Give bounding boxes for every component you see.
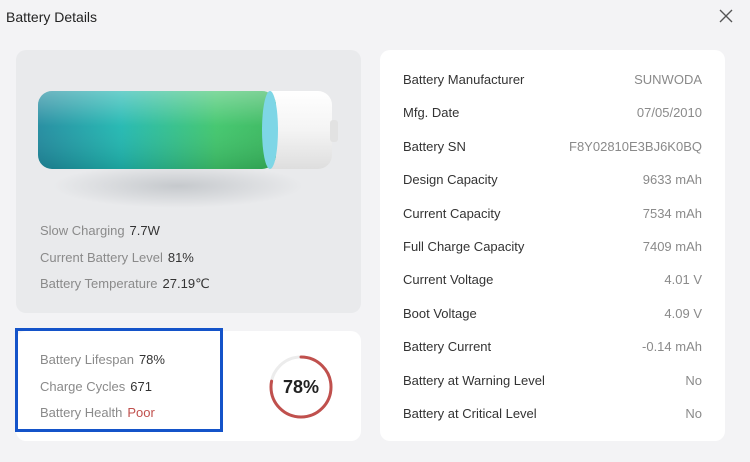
detail-value: 7409 mAh xyxy=(642,239,702,254)
battery-level-row: Current Battery Level 81% xyxy=(40,245,210,272)
battery-icon xyxy=(38,86,338,216)
battery-temperature-label: Battery Temperature xyxy=(40,276,158,291)
detail-value: -0.14 mAh xyxy=(642,339,702,355)
lifespan-label: Battery Lifespan xyxy=(40,352,134,367)
detail-value: No xyxy=(685,406,702,421)
detail-row-current-capacity: Current Capacity 7534 mAh xyxy=(403,204,702,224)
detail-row-current-voltage: Current Voltage 4.01 V xyxy=(403,270,702,290)
detail-value: F8Y02810E3BJ6K0BQ xyxy=(569,138,702,154)
detail-value: 9633 mAh xyxy=(642,172,702,188)
detail-label: Battery at Critical Level xyxy=(403,406,537,421)
charge-cycles-value: 671 xyxy=(130,378,152,394)
battery-status-card: Slow Charging 7.7W Current Battery Level 8… xyxy=(16,50,361,313)
detail-label: Battery SN xyxy=(403,138,466,154)
lifespan-value: 78% xyxy=(138,352,165,367)
slow-charging-row: Slow Charging 7.7W xyxy=(40,218,210,245)
lifespan-row: Battery Lifespan 78% xyxy=(40,347,165,374)
detail-label: Battery Current xyxy=(403,339,492,355)
gauge-value: 78% xyxy=(282,377,320,397)
detail-label: Battery Manufacturer xyxy=(403,72,525,87)
battery-temperature-row: Battery Temperature 27.19℃ xyxy=(40,271,210,298)
detail-label: Boot Voltage xyxy=(403,305,477,321)
window-title: Battery Details xyxy=(6,9,98,25)
detail-row-full-charge-capacity: Full Charge Capacity 7409 mAh xyxy=(403,237,702,257)
detail-row-mfg-date: Mfg. Date 07/05/2010 xyxy=(403,103,702,123)
battery-health-row: Battery Health Poor xyxy=(40,400,165,427)
detail-row-boot-voltage: Boot Voltage 4.09 V xyxy=(403,304,702,324)
battery-health-value: Poor xyxy=(127,405,155,420)
detail-value: 4.01 V xyxy=(664,272,702,288)
detail-label: Current Capacity xyxy=(403,205,501,221)
detail-row-critical-level: Battery at Critical Level No xyxy=(403,404,702,424)
battery-level-label: Current Battery Level xyxy=(40,249,163,265)
lifespan-gauge: 78% xyxy=(268,354,334,420)
slow-charging-value: 7.7W xyxy=(129,223,160,238)
lifespan-stats: Battery Lifespan 78% Charge Cycles 671 Bat… xyxy=(40,347,165,427)
detail-row-design-capacity: Design Capacity 9633 mAh xyxy=(403,170,702,190)
detail-value: No xyxy=(685,372,702,388)
detail-row-warning-level: Battery at Warning Level No xyxy=(403,371,702,391)
charging-stats: Slow Charging 7.7W Current Battery Level 8… xyxy=(40,218,210,298)
charge-cycles-label: Charge Cycles xyxy=(40,378,126,394)
detail-value: 4.09 V xyxy=(664,305,702,321)
charge-cycles-row: Charge Cycles 671 xyxy=(40,374,165,401)
battery-level-value: 81% xyxy=(167,249,194,265)
close-icon[interactable] xyxy=(718,8,734,24)
slow-charging-label: Slow Charging xyxy=(40,223,125,238)
detail-label: Current Voltage xyxy=(403,272,494,288)
detail-value: 07/05/2010 xyxy=(636,105,702,121)
detail-label: Battery at Warning Level xyxy=(403,372,545,388)
detail-value: 7534 mAh xyxy=(642,205,702,221)
detail-value: SUNWODA xyxy=(634,72,702,87)
title-bar: Battery Details xyxy=(0,0,750,36)
detail-row-battery-current: Battery Current -0.14 mAh xyxy=(403,337,702,357)
detail-row-manufacturer: Battery Manufacturer SUNWODA xyxy=(403,70,702,90)
battery-details-card: Battery Manufacturer SUNWODA Mfg. Date 0… xyxy=(380,50,725,441)
detail-label: Design Capacity xyxy=(403,172,498,188)
detail-row-serial-number: Battery SN F8Y02810E3BJ6K0BQ xyxy=(403,137,702,157)
battery-health-label: Battery Health xyxy=(40,405,123,420)
detail-label: Full Charge Capacity xyxy=(403,239,525,254)
detail-label: Mfg. Date xyxy=(403,105,460,121)
battery-temperature-value: 27.19℃ xyxy=(162,276,210,291)
